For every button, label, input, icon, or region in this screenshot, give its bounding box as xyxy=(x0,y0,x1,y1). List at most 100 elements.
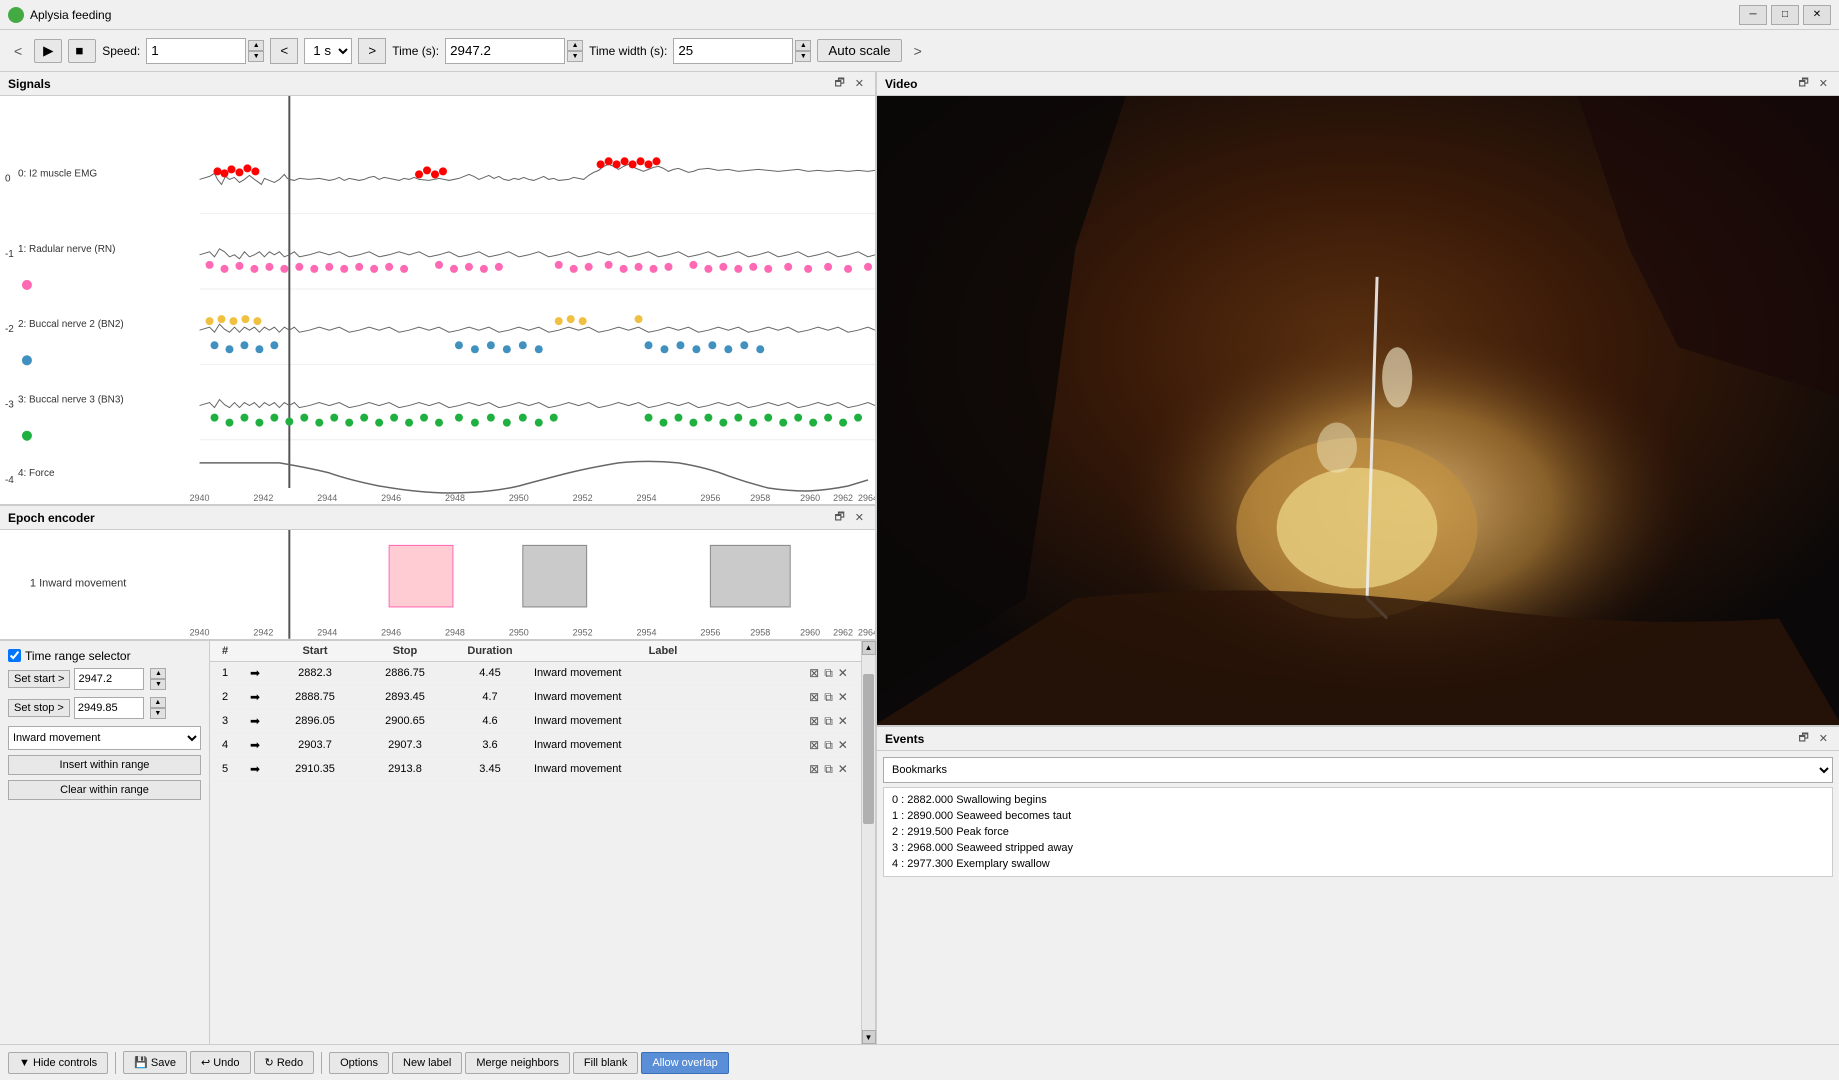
svg-text:2944: 2944 xyxy=(317,493,337,503)
time-width-down-button[interactable]: ▼ xyxy=(795,51,811,62)
scroll-down-button[interactable]: ▼ xyxy=(862,1030,876,1044)
nav-back-button[interactable]: < xyxy=(8,41,28,61)
row-arrow[interactable]: ➡ xyxy=(240,666,270,680)
speed-down-button[interactable]: ▼ xyxy=(248,51,264,62)
fill-blank-button[interactable]: Fill blank xyxy=(573,1052,638,1074)
bottom-toolbar: ▼ Hide controls 💾 Save ↩ Undo ↻ Redo Opt… xyxy=(0,1044,1839,1080)
time-step-select[interactable]: 1 s xyxy=(304,38,352,64)
time-width-up-button[interactable]: ▲ xyxy=(795,40,811,51)
set-stop-button[interactable]: Set stop > xyxy=(8,699,70,717)
signals-canvas[interactable]: 0 -1 -2 -3 -4 0: I2 muscle EMG 1: Radula… xyxy=(0,96,875,504)
row-delete-button[interactable]: ✕ xyxy=(837,713,849,730)
new-label-button[interactable]: New label xyxy=(392,1052,462,1074)
autoscale-button[interactable]: Auto scale xyxy=(817,39,901,62)
insert-within-range-button[interactable]: Insert within range xyxy=(8,755,201,775)
clear-within-range-button[interactable]: Clear within range xyxy=(8,780,201,800)
row-copy-button[interactable]: ⧉ xyxy=(823,713,834,730)
col-actions xyxy=(796,645,861,657)
table-body[interactable]: 1 ➡ 2882.3 2886.75 4.45 Inward movement … xyxy=(210,662,861,1044)
video-content[interactable] xyxy=(877,96,1839,725)
row-arrow[interactable]: ➡ xyxy=(240,714,270,728)
row-start: 2910.35 xyxy=(270,763,360,775)
row-copy-button[interactable]: ⧉ xyxy=(823,665,834,682)
merge-neighbors-button[interactable]: Merge neighbors xyxy=(465,1052,570,1074)
video-restore-button[interactable]: 🗗 xyxy=(1795,73,1811,94)
left-column: Signals 🗗 ✕ 0 -1 -2 xyxy=(0,72,877,1044)
events-close-button[interactable]: ✕ xyxy=(1816,728,1831,749)
speed-input[interactable] xyxy=(146,38,246,64)
time-down-button[interactable]: ▼ xyxy=(567,51,583,62)
svg-text:2942: 2942 xyxy=(253,493,273,503)
row-copy-button[interactable]: ⧉ xyxy=(823,737,834,754)
set-stop-down[interactable]: ▼ xyxy=(150,708,166,719)
time-label: Time (s): xyxy=(392,44,439,58)
set-stop-up[interactable]: ▲ xyxy=(150,697,166,708)
signals-close-button[interactable]: ✕ xyxy=(852,73,867,94)
time-prev-button[interactable]: < xyxy=(270,38,298,64)
event-item[interactable]: 0 : 2882.000 Swallowing begins xyxy=(888,792,1828,808)
signals-restore-button[interactable]: 🗗 xyxy=(831,73,847,94)
row-copy-button[interactable]: ⧉ xyxy=(823,761,834,778)
redo-button[interactable]: ↻ Redo xyxy=(254,1051,315,1074)
epoch-restore-button[interactable]: 🗗 xyxy=(831,507,847,528)
epoch-canvas[interactable]: 1 Inward movement xyxy=(0,530,875,639)
maximize-button[interactable]: □ xyxy=(1771,5,1799,25)
row-delete-button[interactable]: ✕ xyxy=(837,737,849,754)
event-item[interactable]: 3 : 2968.000 Seaweed stripped away xyxy=(888,840,1828,856)
row-copy-button[interactable]: ⧉ xyxy=(823,689,834,706)
row-resize-button[interactable]: ⊠ xyxy=(808,761,820,778)
undo-button[interactable]: ↩ Undo xyxy=(190,1051,251,1074)
stop-button[interactable]: ■ xyxy=(68,39,96,63)
allow-overlap-button[interactable]: Allow overlap xyxy=(641,1052,728,1074)
row-duration: 3.6 xyxy=(450,739,530,751)
row-arrow[interactable]: ➡ xyxy=(240,762,270,776)
row-actions: ⊠ ⧉ ✕ xyxy=(796,689,861,706)
save-button[interactable]: 💾 Save xyxy=(123,1051,187,1074)
row-delete-button[interactable]: ✕ xyxy=(837,665,849,682)
row-resize-button[interactable]: ⊠ xyxy=(808,713,820,730)
svg-text:2944: 2944 xyxy=(317,628,337,638)
epoch-type-select[interactable]: Inward movement xyxy=(8,726,201,750)
minimize-button[interactable]: ─ xyxy=(1739,5,1767,25)
row-resize-button[interactable]: ⊠ xyxy=(808,689,820,706)
nav-forward-button[interactable]: > xyxy=(908,41,928,61)
play-button[interactable]: ▶ xyxy=(34,39,62,63)
time-range-checkbox[interactable] xyxy=(8,649,21,662)
row-delete-button[interactable]: ✕ xyxy=(837,689,849,706)
row-delete-button[interactable]: ✕ xyxy=(837,761,849,778)
table-row: 4 ➡ 2903.7 2907.3 3.6 Inward movement ⊠ … xyxy=(210,734,861,758)
set-stop-input[interactable] xyxy=(74,697,144,719)
video-close-button[interactable]: ✕ xyxy=(1816,73,1831,94)
bookmarks-dropdown[interactable]: Bookmarks xyxy=(883,757,1833,783)
video-panel-header: Video 🗗 ✕ xyxy=(877,72,1839,96)
set-start-down[interactable]: ▼ xyxy=(150,679,166,690)
epoch-close-button[interactable]: ✕ xyxy=(852,507,867,528)
time-up-button[interactable]: ▲ xyxy=(567,40,583,51)
events-restore-button[interactable]: 🗗 xyxy=(1795,728,1811,749)
row-resize-button[interactable]: ⊠ xyxy=(808,737,820,754)
time-range-row: Time range selector xyxy=(8,649,201,663)
row-arrow[interactable]: ➡ xyxy=(240,738,270,752)
event-item[interactable]: 2 : 2919.500 Peak force xyxy=(888,824,1828,840)
scroll-up-button[interactable]: ▲ xyxy=(862,641,876,655)
svg-text:2: Buccal nerve 2 (BN2): 2: Buccal nerve 2 (BN2) xyxy=(18,319,124,330)
row-stop: 2907.3 xyxy=(360,739,450,751)
row-arrow[interactable]: ➡ xyxy=(240,690,270,704)
svg-text:0: 0 xyxy=(5,173,11,184)
event-item[interactable]: 1 : 2890.000 Seaweed becomes taut xyxy=(888,808,1828,824)
set-start-button[interactable]: Set start > xyxy=(8,670,70,688)
col-start: Start xyxy=(270,645,360,657)
time-input[interactable] xyxy=(445,38,565,64)
set-start-up[interactable]: ▲ xyxy=(150,668,166,679)
time-next-button[interactable]: > xyxy=(358,38,386,64)
hide-controls-button[interactable]: ▼ Hide controls xyxy=(8,1052,108,1074)
options-button[interactable]: Options xyxy=(329,1052,389,1074)
set-start-input[interactable] xyxy=(74,668,144,690)
time-width-input[interactable] xyxy=(673,38,793,64)
speed-up-button[interactable]: ▲ xyxy=(248,40,264,51)
row-resize-button[interactable]: ⊠ xyxy=(808,665,820,682)
event-item[interactable]: 4 : 2977.300 Exemplary swallow xyxy=(888,856,1828,872)
video-panel: Video 🗗 ✕ xyxy=(877,72,1839,727)
table-scrollbar[interactable]: ▲ ▼ xyxy=(861,641,875,1044)
close-button[interactable]: ✕ xyxy=(1803,5,1831,25)
